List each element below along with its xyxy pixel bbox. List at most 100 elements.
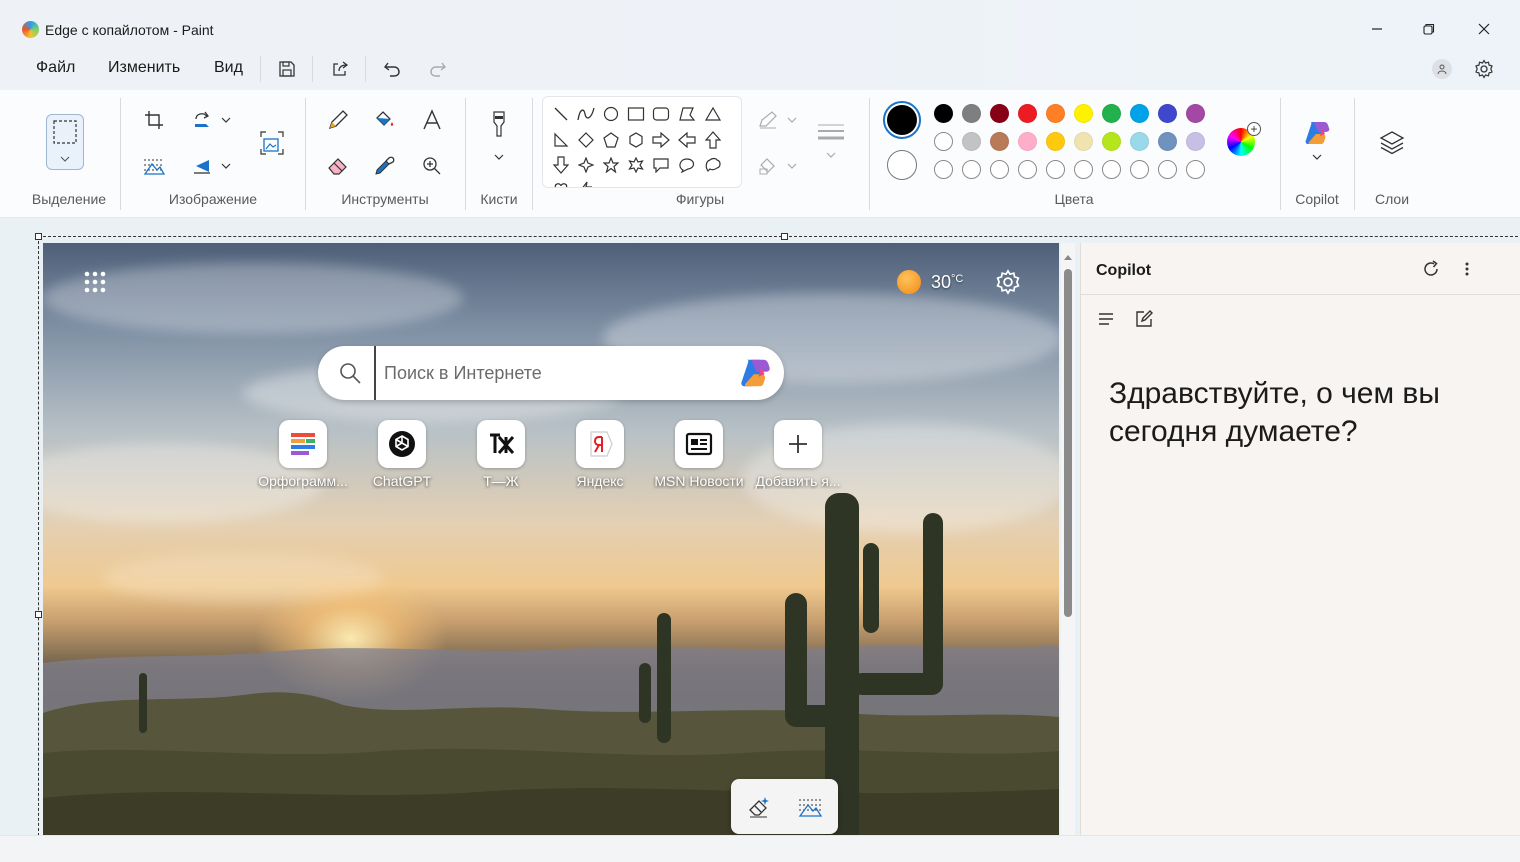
color-swatch[interactable]	[1074, 104, 1093, 123]
color-swatch[interactable]	[1074, 132, 1093, 151]
resize-handle[interactable]	[35, 233, 42, 240]
edit-colors-button[interactable]: +	[1227, 122, 1261, 156]
rect-callout-shape-button[interactable]	[649, 153, 673, 177]
color-swatch[interactable]	[1130, 132, 1149, 151]
quick-link-tile[interactable]: ChatGPT	[352, 420, 452, 489]
menu-view[interactable]: Вид	[214, 59, 243, 77]
undo-button[interactable]	[377, 54, 407, 84]
lightning-shape-button[interactable]	[574, 177, 598, 187]
custom-color-slot[interactable]	[1102, 160, 1121, 179]
four-point-star-shape-button[interactable]	[574, 153, 598, 177]
rotate-dropdown[interactable]	[212, 104, 240, 136]
color-swatch[interactable]	[1102, 132, 1121, 151]
brushes-button[interactable]	[482, 110, 516, 170]
curve-shape-button[interactable]	[574, 102, 598, 126]
eraser-button[interactable]	[322, 150, 354, 182]
up-arrow-shape-button[interactable]	[701, 128, 725, 152]
rectangle-shape-button[interactable]	[624, 102, 648, 126]
color-swatch[interactable]	[1046, 132, 1065, 151]
color-swatch[interactable]	[1186, 104, 1205, 123]
line-shape-button[interactable]	[549, 102, 573, 126]
selection-tool-button[interactable]	[46, 114, 84, 170]
primary-color-button[interactable]	[883, 101, 921, 139]
remove-background-button[interactable]	[138, 150, 170, 182]
stroke-size-button[interactable]	[814, 122, 848, 172]
color-swatch[interactable]	[1018, 132, 1037, 151]
resize-handle[interactable]	[781, 233, 788, 240]
custom-color-slot[interactable]	[1018, 160, 1037, 179]
flip-dropdown[interactable]	[212, 150, 240, 182]
search-box[interactable]: Поиск в Интернете	[318, 346, 784, 400]
oval-shape-button[interactable]	[599, 102, 623, 126]
color-swatch[interactable]	[962, 132, 981, 151]
color-swatch[interactable]	[1102, 104, 1121, 123]
apps-grid-button[interactable]	[82, 269, 108, 295]
cloud-callout-shape-button[interactable]	[701, 153, 725, 177]
diamond-shape-button[interactable]	[574, 128, 598, 152]
fill-button[interactable]	[368, 104, 400, 136]
vertical-scrollbar[interactable]	[1061, 243, 1075, 835]
color-swatch[interactable]	[1046, 104, 1065, 123]
custom-color-slot[interactable]	[934, 160, 953, 179]
right-triangle-shape-button[interactable]	[549, 128, 573, 152]
color-swatch[interactable]	[962, 104, 981, 123]
color-picker-button[interactable]	[368, 150, 400, 182]
search-input[interactable]: Поиск в Интернете	[384, 363, 542, 384]
pentagon-shape-button[interactable]	[599, 128, 623, 152]
weather-widget[interactable]: 30 °C	[897, 268, 963, 296]
hexagon-shape-button[interactable]	[624, 128, 648, 152]
remove-background-float-button[interactable]	[794, 791, 826, 823]
custom-color-slot[interactable]	[1074, 160, 1093, 179]
page-settings-button[interactable]	[995, 269, 1021, 295]
scroll-thumb[interactable]	[1064, 269, 1072, 617]
account-button[interactable]	[1427, 54, 1457, 84]
secondary-color-button[interactable]	[887, 150, 917, 180]
quick-link-tile[interactable]: Добавить я...	[748, 420, 848, 489]
more-options-button[interactable]	[1457, 259, 1477, 281]
outline-dropdown[interactable]	[780, 104, 804, 136]
layers-button[interactable]	[1376, 126, 1408, 158]
quick-link-tile[interactable]: Т—Ж	[451, 420, 551, 489]
custom-color-slot[interactable]	[962, 160, 981, 179]
menu-edit[interactable]: Изменить	[108, 59, 180, 77]
quick-link-tile[interactable]: Орфограмм...	[253, 420, 353, 489]
redo-button[interactable]	[423, 54, 453, 84]
right-arrow-shape-button[interactable]	[649, 128, 673, 152]
triangle-shape-button[interactable]	[701, 102, 725, 126]
save-button[interactable]	[272, 54, 302, 84]
settings-button[interactable]	[1469, 54, 1499, 84]
menu-file[interactable]: Файл	[36, 59, 75, 77]
rounded-rectangle-shape-button[interactable]	[649, 102, 673, 126]
chat-history-button[interactable]	[1096, 309, 1118, 331]
fill-shape-dropdown[interactable]	[780, 150, 804, 182]
custom-color-slot[interactable]	[1130, 160, 1149, 179]
quick-link-tile[interactable]: MSN Новости	[649, 420, 749, 489]
down-arrow-shape-button[interactable]	[549, 153, 573, 177]
custom-color-slot[interactable]	[990, 160, 1009, 179]
left-arrow-shape-button[interactable]	[675, 128, 699, 152]
restore-button[interactable]	[1414, 14, 1444, 44]
copilot-ribbon-button[interactable]	[1300, 118, 1334, 168]
share-button[interactable]	[325, 54, 355, 84]
custom-color-slot[interactable]	[1158, 160, 1177, 179]
resize-handle[interactable]	[35, 611, 42, 618]
copilot-logo-icon[interactable]	[737, 355, 773, 391]
six-point-star-shape-button[interactable]	[624, 153, 648, 177]
new-chat-button[interactable]	[1134, 309, 1156, 331]
color-swatch[interactable]	[1158, 104, 1177, 123]
heart-shape-button[interactable]	[549, 177, 573, 187]
magnifier-button[interactable]	[416, 150, 448, 182]
close-button[interactable]	[1469, 14, 1499, 44]
color-swatch[interactable]	[1186, 132, 1205, 151]
polygon-shape-button[interactable]	[675, 102, 699, 126]
generative-erase-button[interactable]	[743, 791, 775, 823]
oval-callout-shape-button[interactable]	[675, 153, 699, 177]
custom-color-slot[interactable]	[1186, 160, 1205, 179]
color-swatch[interactable]	[934, 132, 953, 151]
canvas-image[interactable]	[43, 243, 1059, 835]
refresh-button[interactable]	[1421, 259, 1443, 281]
pencil-button[interactable]	[322, 104, 354, 136]
minimize-button[interactable]	[1362, 14, 1392, 44]
quick-link-tile[interactable]: Яндекс	[550, 420, 650, 489]
color-swatch[interactable]	[990, 104, 1009, 123]
